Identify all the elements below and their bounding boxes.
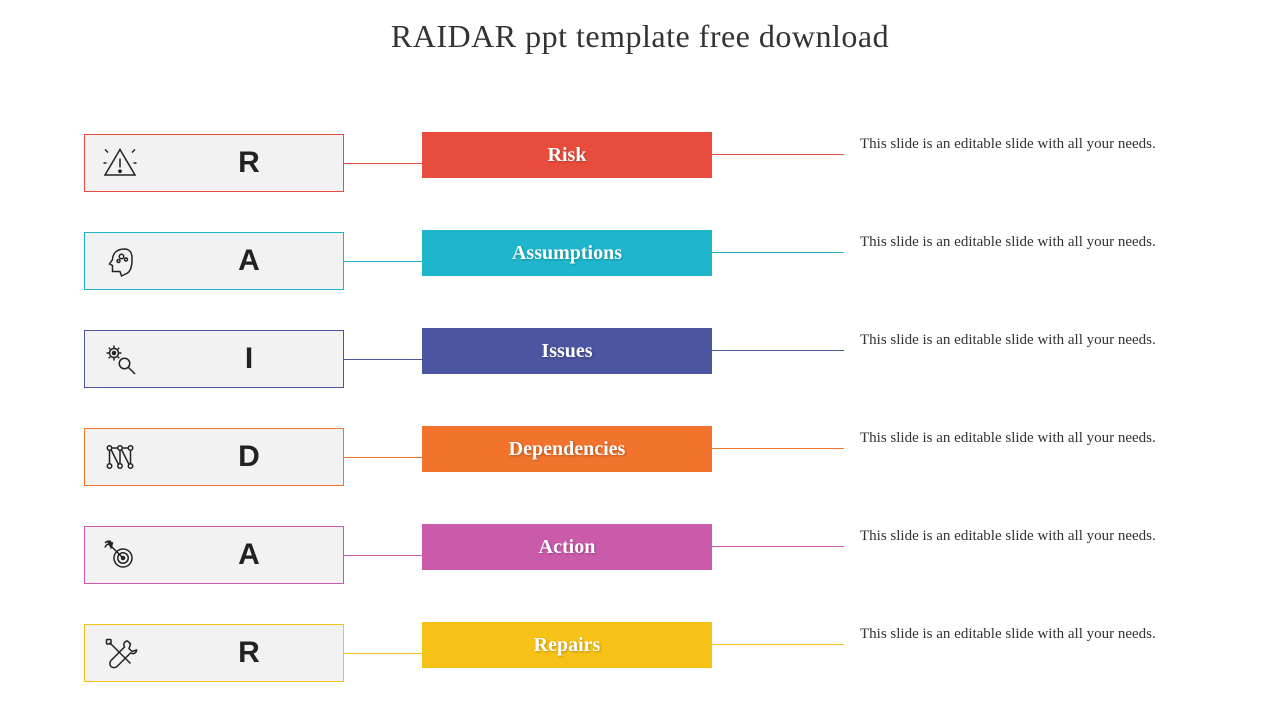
label-box: Assumptions <box>422 230 712 276</box>
label-box: Action <box>422 524 712 570</box>
letter: R <box>155 636 343 670</box>
connector <box>344 163 422 164</box>
connector <box>712 154 844 155</box>
slide-title: RAIDAR ppt template free download <box>0 0 1280 55</box>
connector <box>712 252 844 253</box>
letter-box: A <box>84 526 344 584</box>
warning-icon <box>85 135 155 191</box>
description: This slide is an editable slide with all… <box>860 232 1200 252</box>
tools-icon <box>85 625 155 681</box>
label-text: Assumptions <box>512 242 622 265</box>
connector <box>344 457 422 458</box>
connector <box>712 448 844 449</box>
label-text: Risk <box>548 144 587 167</box>
connector <box>712 546 844 547</box>
label-text: Repairs <box>534 634 601 657</box>
letter-box: R <box>84 624 344 682</box>
connector <box>344 261 422 262</box>
description: This slide is an editable slide with all… <box>860 526 1200 546</box>
letter: A <box>155 244 343 278</box>
row-issues: I Issues This slide is an editable slide… <box>0 316 1280 406</box>
letter-box: D <box>84 428 344 486</box>
letter: A <box>155 538 343 572</box>
connector <box>712 644 844 645</box>
connector <box>344 653 422 654</box>
network-icon <box>85 429 155 485</box>
raidar-rows: R Risk This slide is an editable slide w… <box>0 120 1280 708</box>
label-text: Issues <box>541 340 592 363</box>
row-action: A Action This slide is an editable slide… <box>0 512 1280 602</box>
row-assumptions: A Assumptions This slide is an editable … <box>0 218 1280 308</box>
label-box: Repairs <box>422 622 712 668</box>
letter-box: A <box>84 232 344 290</box>
letter: I <box>155 342 343 376</box>
letter-box: I <box>84 330 344 388</box>
description: This slide is an editable slide with all… <box>860 624 1200 644</box>
connector <box>344 555 422 556</box>
connector <box>712 350 844 351</box>
letter: R <box>155 146 343 180</box>
label-box: Dependencies <box>422 426 712 472</box>
description: This slide is an editable slide with all… <box>860 428 1200 448</box>
gears-icon <box>85 331 155 387</box>
label-box: Issues <box>422 328 712 374</box>
target-icon <box>85 527 155 583</box>
connector <box>344 359 422 360</box>
letter-box: R <box>84 134 344 192</box>
letter: D <box>155 440 343 474</box>
row-dependencies: D Dependencies This slide is an editable… <box>0 414 1280 504</box>
label-text: Dependencies <box>509 438 626 461</box>
head-icon <box>85 233 155 289</box>
description: This slide is an editable slide with all… <box>860 134 1200 154</box>
row-repairs: R Repairs This slide is an editable slid… <box>0 610 1280 700</box>
label-text: Action <box>539 536 596 559</box>
row-risk: R Risk This slide is an editable slide w… <box>0 120 1280 210</box>
label-box: Risk <box>422 132 712 178</box>
description: This slide is an editable slide with all… <box>860 330 1200 350</box>
